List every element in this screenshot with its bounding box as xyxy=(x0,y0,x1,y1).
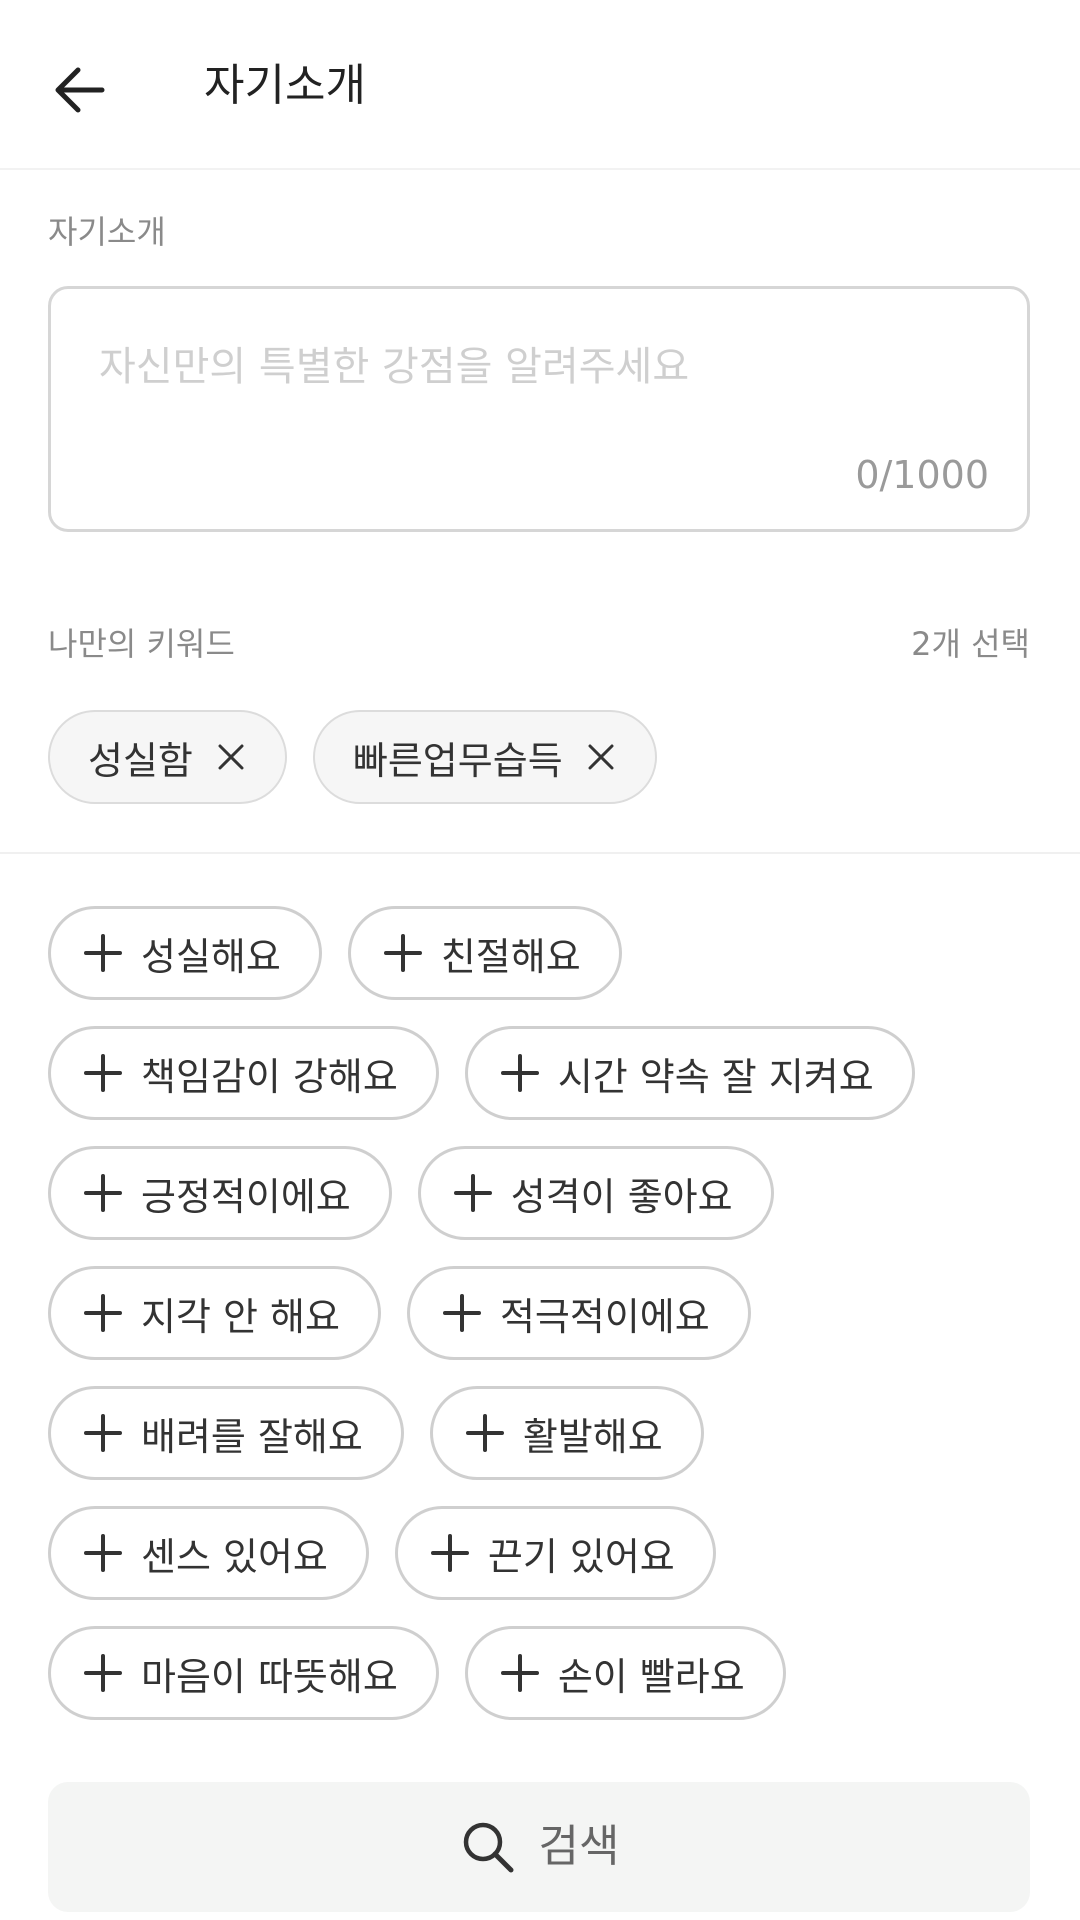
keyword-option-chip[interactable]: 성실해요 xyxy=(48,906,322,1000)
keyword-option-label: 적극적이에요 xyxy=(499,1294,710,1339)
plus-icon xyxy=(500,1053,540,1093)
keyword-option-label: 친절해요 xyxy=(440,934,581,979)
intro-label: 자기소개 xyxy=(48,213,166,251)
keyword-option-label: 시간 약속 잘 지켜요 xyxy=(557,1054,874,1099)
close-icon[interactable] xyxy=(585,741,617,773)
plus-icon xyxy=(83,1653,123,1693)
plus-icon xyxy=(83,1053,123,1093)
keyword-option-label: 손이 빨라요 xyxy=(557,1654,745,1699)
page-title: 자기소개 xyxy=(204,60,366,111)
keyword-option-label: 배려를 잘해요 xyxy=(141,1414,363,1459)
arrow-left-icon xyxy=(55,67,105,113)
plus-icon xyxy=(430,1533,470,1573)
plus-icon xyxy=(83,933,123,973)
section-divider xyxy=(0,852,1080,854)
selected-chip[interactable]: 성실함 xyxy=(48,710,287,804)
keyword-option-label: 성격이 좋아요 xyxy=(510,1174,733,1219)
selected-chip-label: 성실함 xyxy=(88,738,193,783)
plus-icon xyxy=(453,1173,493,1213)
intro-textarea[interactable]: 자신만의 특별한 강점을 알려주세요 0/1000 xyxy=(48,286,1030,532)
keyword-option-chip[interactable]: 끈기 있어요 xyxy=(394,1506,716,1600)
search-label: 검색 xyxy=(538,1821,620,1872)
keyword-option-chip[interactable]: 손이 빨라요 xyxy=(464,1626,786,1720)
keyword-option-chip[interactable]: 성격이 좋아요 xyxy=(417,1146,774,1240)
keyword-option-label: 센스 있어요 xyxy=(141,1534,328,1579)
keyword-option-chip[interactable]: 센스 있어요 xyxy=(48,1506,369,1600)
selected-count: 2개 선택 xyxy=(911,625,1030,663)
selected-chip-label: 빠른업무습득 xyxy=(352,738,563,783)
keywords-label: 나만의 키워드 xyxy=(48,625,235,663)
keyword-option-chip[interactable]: 책임감이 강해요 xyxy=(48,1026,439,1120)
plus-icon xyxy=(83,1293,123,1333)
keyword-option-label: 끈기 있어요 xyxy=(487,1534,675,1579)
keyword-option-chip[interactable]: 긍정적이에요 xyxy=(48,1146,392,1240)
plus-icon xyxy=(83,1413,123,1453)
selected-chip[interactable]: 빠른업무습득 xyxy=(312,710,657,804)
keyword-option-chip[interactable]: 활발해요 xyxy=(429,1386,704,1480)
keyword-option-chip[interactable]: 마음이 따뜻해요 xyxy=(48,1626,439,1720)
close-icon[interactable] xyxy=(215,741,247,773)
plus-icon xyxy=(383,933,423,973)
selected-keywords: 성실함 빠른업무습득 xyxy=(48,710,657,804)
keyword-option-chip[interactable]: 배려를 잘해요 xyxy=(48,1386,404,1480)
keyword-option-chip[interactable]: 지각 안 해요 xyxy=(48,1266,381,1360)
char-counter: 0/1000 xyxy=(855,453,989,497)
search-icon xyxy=(463,1822,514,1873)
intro-placeholder: 자신만의 특별한 강점을 알려주세요 xyxy=(99,344,690,390)
plus-icon xyxy=(442,1293,482,1333)
keyword-option-label: 긍정적이에요 xyxy=(141,1174,351,1219)
plus-icon xyxy=(83,1533,123,1573)
plus-icon xyxy=(465,1413,505,1453)
keyword-option-label: 책임감이 강해요 xyxy=(141,1054,398,1099)
keyword-option-chip[interactable]: 친절해요 xyxy=(347,906,622,1000)
plus-icon xyxy=(83,1173,123,1213)
keyword-option-label: 마음이 따뜻해요 xyxy=(141,1654,398,1699)
top-app-bar: 자기소개 xyxy=(0,0,1080,170)
keyword-option-chip[interactable]: 적극적이에요 xyxy=(406,1266,751,1360)
keyword-option-label: 활발해요 xyxy=(522,1414,663,1459)
back-button[interactable] xyxy=(44,54,116,126)
plus-icon xyxy=(500,1653,540,1693)
keyword-options: 성실해요 친절해요 책임감이 강해요 시간 약속 잘 지켜요 긍정적이에요 성격… xyxy=(48,906,1038,1746)
keyword-option-chip[interactable]: 시간 약속 잘 지켜요 xyxy=(464,1026,915,1120)
keyword-option-label: 지각 안 해요 xyxy=(141,1294,340,1339)
keyword-option-label: 성실해요 xyxy=(141,934,281,979)
search-button[interactable]: 검색 xyxy=(48,1782,1030,1912)
